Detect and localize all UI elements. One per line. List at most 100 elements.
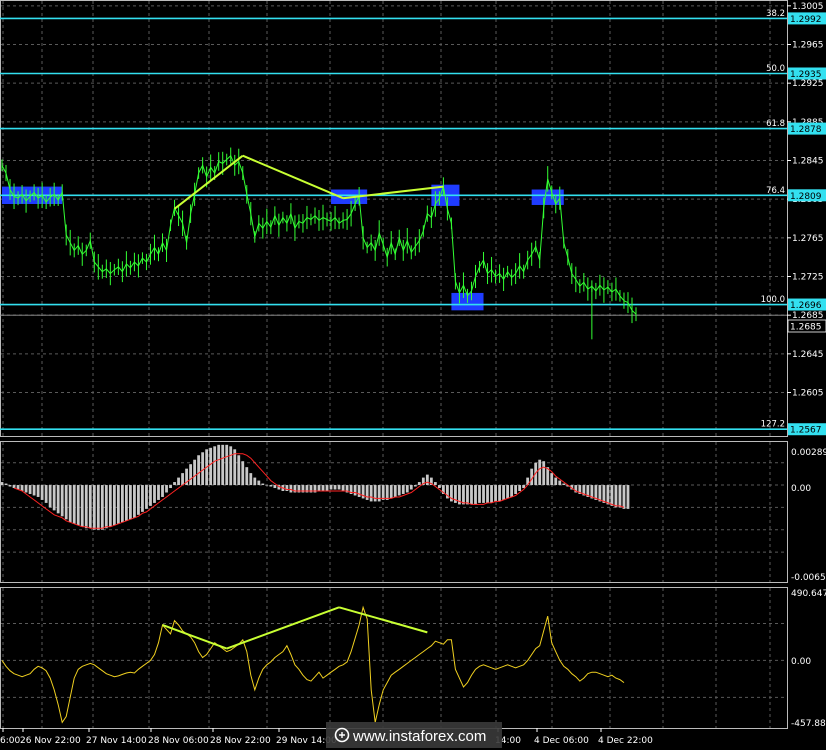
macd-bar-109 bbox=[437, 485, 441, 489]
price-tick-label-0: 1.3005 bbox=[792, 2, 824, 12]
macd-bar-122 bbox=[490, 485, 493, 503]
macd-bar-13 bbox=[52, 485, 56, 511]
macd-bar-149 bbox=[598, 485, 602, 502]
macd-bar-17 bbox=[68, 485, 72, 523]
fib-price-label-5: 1.2567 bbox=[790, 426, 822, 436]
fib-price-label-3: 1.2809 bbox=[790, 192, 822, 202]
macd-bar-104 bbox=[417, 482, 421, 486]
price-tick-label-1: 1.2965 bbox=[792, 41, 824, 51]
osc-axis-bottom: -457.889 bbox=[791, 719, 826, 729]
macd-bar-84 bbox=[337, 485, 341, 490]
macd-bar-129 bbox=[518, 485, 522, 491]
macd-bar-156 bbox=[626, 485, 630, 509]
macd-bar-138 bbox=[554, 477, 558, 486]
macd-bar-124 bbox=[498, 485, 501, 502]
price-tick-label-6: 1.2765 bbox=[792, 234, 824, 244]
fib-ratio-label-3: 76.4 bbox=[766, 186, 785, 196]
macd-bar-139 bbox=[558, 480, 562, 486]
watermark: www.instaforex.com bbox=[326, 722, 502, 748]
macd-bar-82 bbox=[329, 485, 333, 490]
macd-bar-6 bbox=[24, 485, 28, 493]
macd-bar-128 bbox=[514, 485, 518, 494]
macd-bar-38 bbox=[153, 485, 156, 503]
macd-bar-33 bbox=[133, 485, 136, 518]
macd-bar-155 bbox=[622, 485, 626, 509]
macd-bar-16 bbox=[64, 485, 68, 520]
macd-bar-151 bbox=[606, 485, 610, 505]
watermark-text: www.instaforex.com bbox=[352, 728, 486, 745]
price-tick-label-10: 1.2605 bbox=[792, 389, 824, 399]
macd-bar-92 bbox=[369, 485, 373, 502]
fib-ratio-label-2: 61.8 bbox=[766, 119, 785, 129]
macd-bar-31 bbox=[124, 485, 128, 521]
macd-bar-25 bbox=[100, 485, 104, 530]
macd-bar-21 bbox=[84, 485, 88, 529]
osc-axis-top: 490.647 bbox=[791, 589, 826, 599]
macd-bar-11 bbox=[44, 485, 48, 503]
macd-bar-35 bbox=[141, 485, 144, 512]
time-tick-label-7: 4 Dec 06:00 bbox=[534, 736, 589, 746]
macd-axis-bottom: -0.00651 bbox=[791, 573, 826, 583]
macd-bar-85 bbox=[341, 485, 345, 491]
macd-bar-118 bbox=[474, 485, 477, 505]
macd-bar-2 bbox=[8, 485, 12, 487]
macd-bar-121 bbox=[486, 485, 489, 503]
macd-bar-97 bbox=[389, 485, 393, 499]
macd-bar-54 bbox=[217, 444, 221, 486]
macd-bar-41 bbox=[165, 485, 168, 493]
macd-bar-150 bbox=[602, 485, 606, 503]
macd-bar-126 bbox=[506, 485, 509, 499]
macd-bar-152 bbox=[610, 485, 614, 506]
current-price-label: 1.2685 bbox=[787, 319, 826, 333]
macd-bar-48 bbox=[193, 459, 197, 486]
macd-bar-116 bbox=[466, 485, 469, 505]
macd-bar-3 bbox=[12, 485, 16, 489]
macd-bar-119 bbox=[478, 485, 481, 503]
macd-bar-55 bbox=[221, 444, 225, 486]
macd-bar-140 bbox=[562, 483, 566, 486]
time-tick-label-8: 4 Dec 22:00 bbox=[598, 736, 653, 746]
macd-bar-93 bbox=[373, 485, 377, 502]
macd-bar-7 bbox=[28, 485, 32, 494]
price-tick-label-9: 1.2645 bbox=[792, 350, 824, 360]
macd-bar-52 bbox=[209, 447, 213, 486]
macd-bar-0 bbox=[0, 482, 4, 486]
fib-ratio-label-4: 100.0 bbox=[761, 295, 785, 305]
macd-bar-95 bbox=[381, 485, 385, 500]
macd-bar-37 bbox=[149, 485, 152, 506]
macd-bar-63 bbox=[253, 477, 257, 486]
macd-bar-20 bbox=[80, 485, 84, 527]
fib-price-label-4: 1.2696 bbox=[790, 301, 822, 311]
signal-zone-4 bbox=[531, 189, 564, 205]
macd-bar-154 bbox=[618, 485, 622, 508]
macd-bar-64 bbox=[257, 480, 261, 486]
macd-bar-10 bbox=[40, 485, 44, 500]
chart-canvas[interactable]: 1.30051.29651.29251.28851.28451.28051.27… bbox=[0, 0, 826, 750]
macd-bar-72 bbox=[289, 485, 293, 493]
macd-bar-101 bbox=[405, 485, 409, 493]
macd-bar-23 bbox=[92, 485, 96, 530]
macd-bar-18 bbox=[72, 485, 76, 524]
macd-axis-mid: 0.00 bbox=[791, 484, 811, 494]
macd-bar-120 bbox=[482, 485, 485, 503]
macd-bar-29 bbox=[116, 485, 120, 524]
macd-bar-1 bbox=[4, 483, 8, 486]
macd-bar-9 bbox=[36, 485, 40, 497]
macd-bar-91 bbox=[365, 485, 369, 500]
macd-bar-62 bbox=[249, 473, 253, 486]
macd-bar-30 bbox=[120, 485, 124, 523]
macd-bar-127 bbox=[510, 485, 514, 497]
macd-bar-8 bbox=[32, 485, 36, 496]
macd-bar-65 bbox=[261, 483, 265, 486]
macd-bar-19 bbox=[76, 485, 80, 526]
macd-bar-135 bbox=[542, 461, 546, 486]
macd-bar-89 bbox=[357, 485, 361, 497]
macd-bar-50 bbox=[201, 452, 205, 486]
time-tick-label-1: 26 Nov 22:00 bbox=[20, 736, 81, 746]
macd-bar-153 bbox=[614, 485, 618, 508]
price-tick-label-4: 1.2845 bbox=[792, 157, 824, 167]
macd-bar-67 bbox=[269, 485, 273, 487]
macd-bar-53 bbox=[213, 446, 217, 486]
fib-ratio-label-5: 127.2 bbox=[761, 420, 785, 430]
macd-bar-115 bbox=[462, 485, 465, 505]
